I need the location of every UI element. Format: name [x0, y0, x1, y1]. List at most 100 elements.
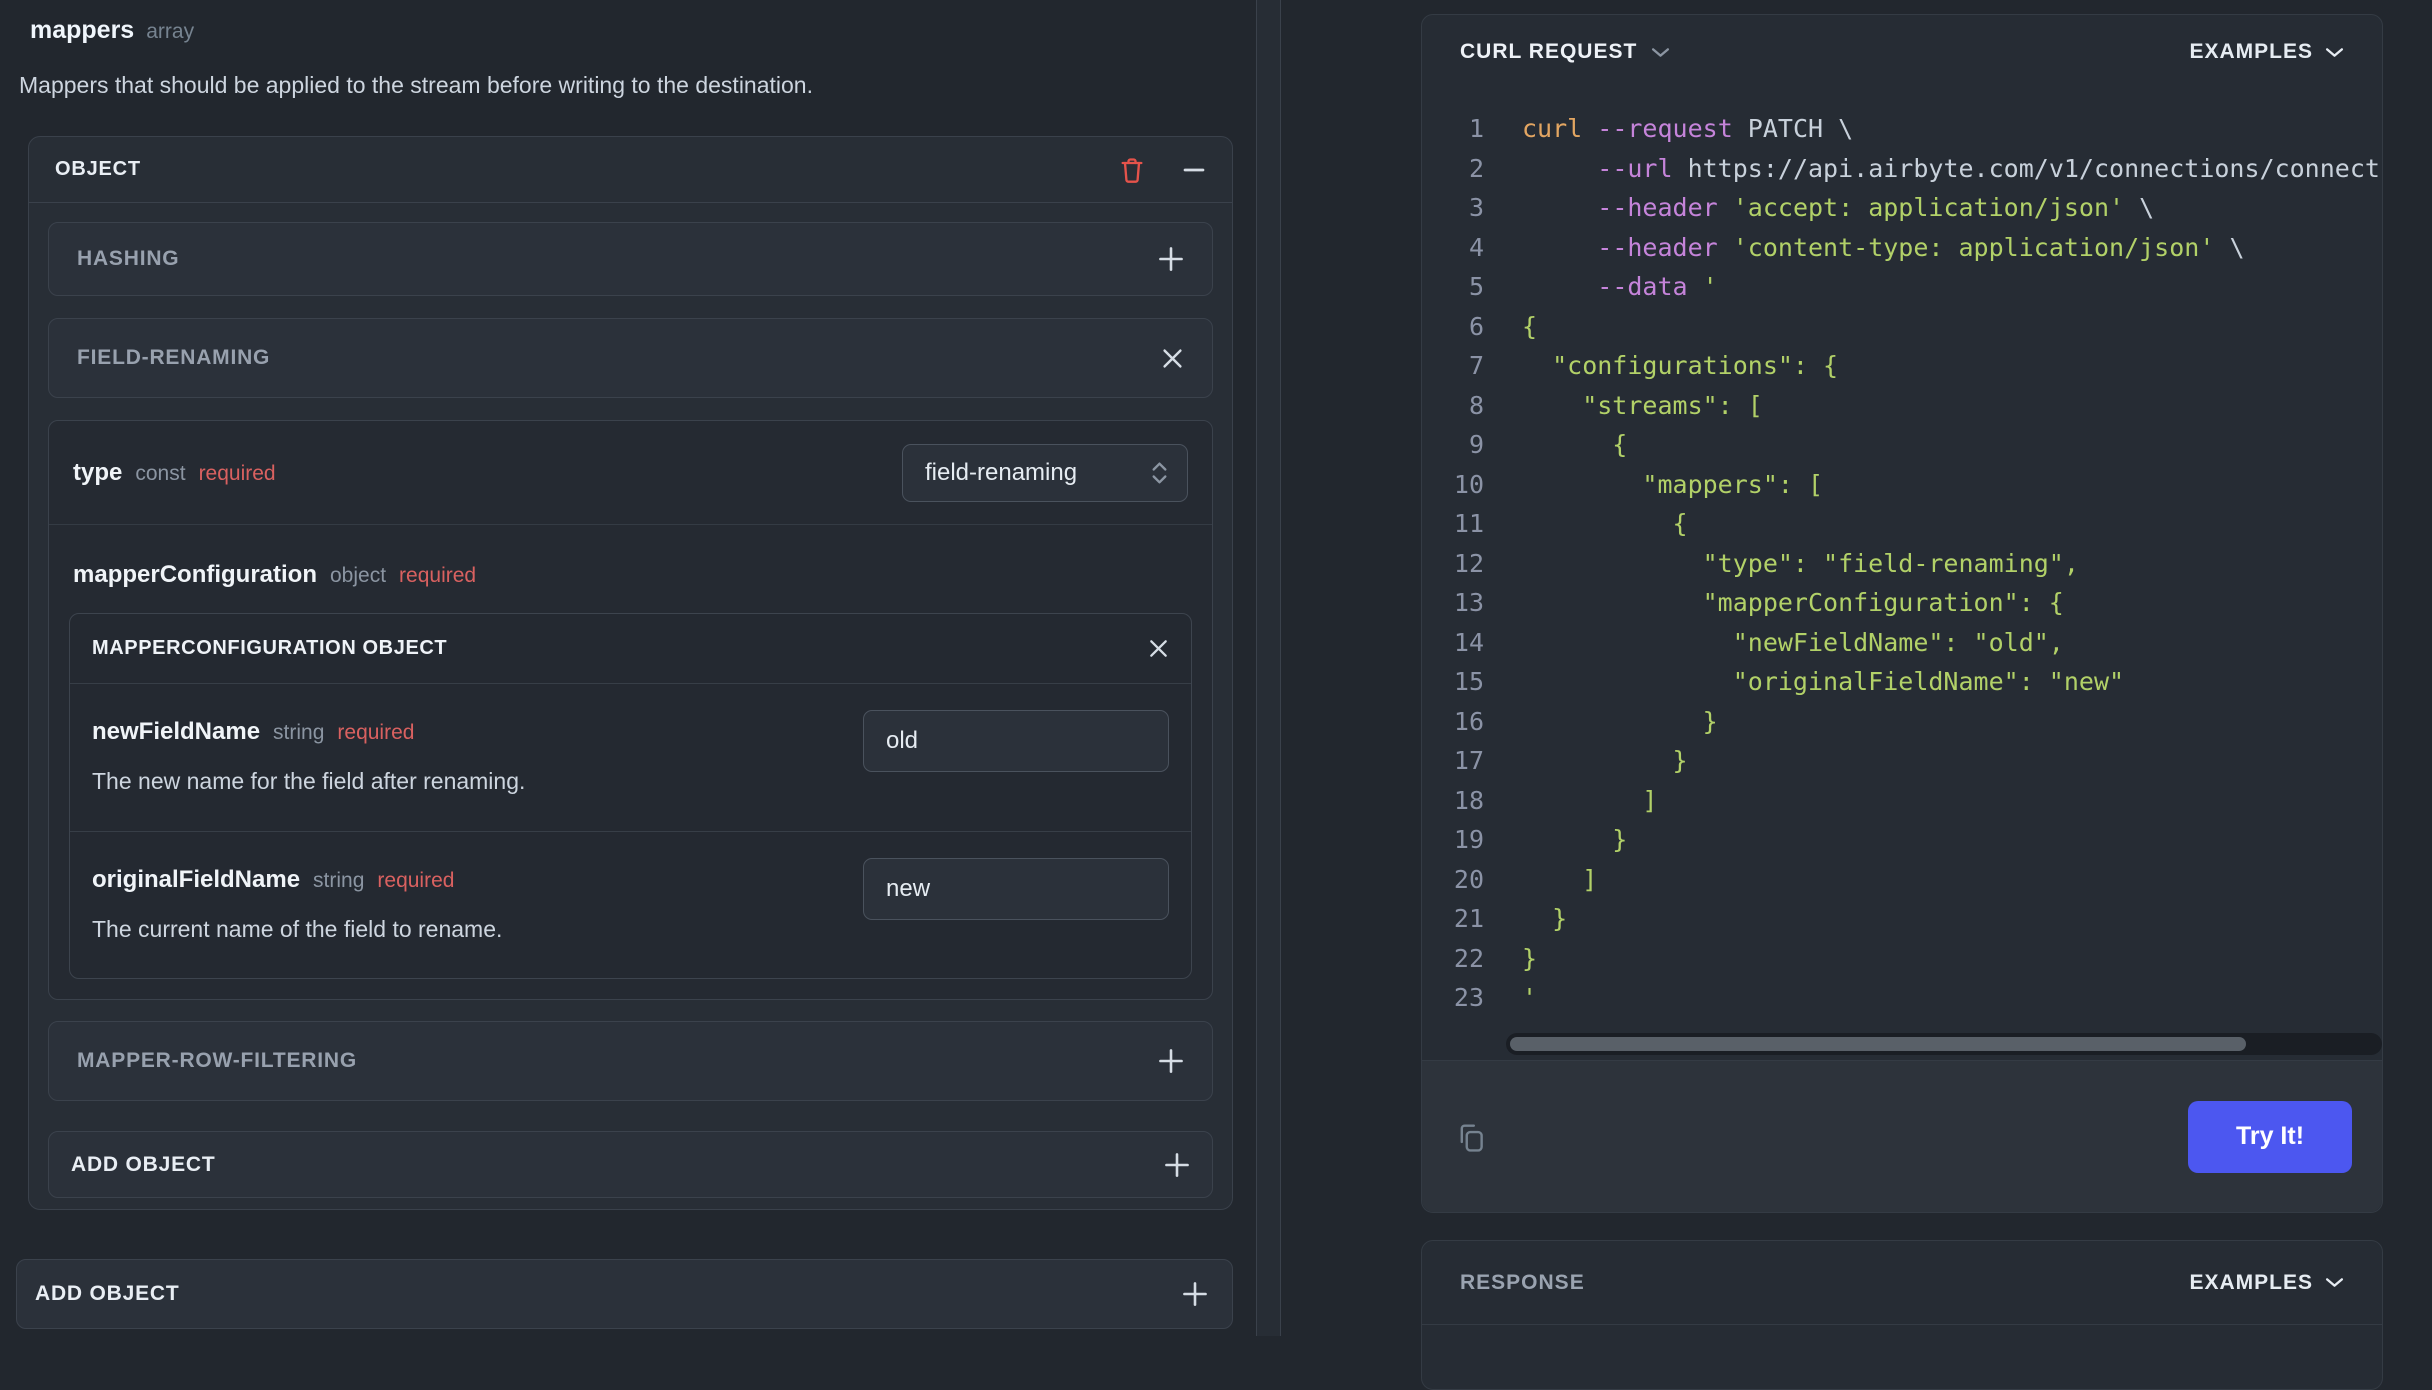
new-field-name-input[interactable]	[863, 710, 1169, 772]
code-line-number: 18	[1453, 785, 1484, 815]
section-hashing-label: HASHING	[77, 247, 180, 270]
expand-plus-icon[interactable]	[1182, 1281, 1208, 1307]
add-object-inner-button[interactable]: ADD OBJECT	[48, 1131, 1213, 1198]
code-line-number: 15	[1453, 667, 1484, 697]
code-line-content: '	[1522, 983, 1538, 1013]
type-select[interactable]: field-renaming	[902, 443, 1188, 502]
code-line: 15 "originalFieldName": "new"	[1422, 662, 2382, 702]
section-field-renaming[interactable]: FIELD-RENAMING	[48, 318, 1213, 398]
code-line-number: 19	[1453, 825, 1484, 855]
section-hashing[interactable]: HASHING	[48, 222, 1213, 296]
code-line-content: {	[1522, 311, 1538, 341]
type-prop-name: type	[73, 458, 123, 486]
code-line-number: 10	[1453, 469, 1484, 499]
code-line: 14 "newFieldName": "old",	[1422, 623, 2382, 663]
response-title: RESPONSE	[1460, 1270, 1585, 1294]
try-it-button[interactable]: Try It!	[2188, 1100, 2352, 1173]
code-horizontal-scrollbar[interactable]	[1506, 1033, 2382, 1055]
field-type-badge: array	[146, 20, 195, 43]
code-line-number: 21	[1453, 904, 1484, 934]
mapper-configuration-card: MAPPERCONFIGURATION OBJECT newFieldName …	[69, 613, 1192, 979]
code-line: 7 "configurations": {	[1422, 346, 2382, 386]
code-line-content: "mappers": [	[1522, 469, 1824, 499]
copy-icon[interactable]	[1454, 1120, 1488, 1154]
code-line-number: 2	[1468, 153, 1484, 183]
code-line: 3 --header 'accept: application/json' \	[1422, 188, 2382, 228]
expand-plus-icon[interactable]	[1164, 1152, 1190, 1178]
trash-icon[interactable]	[1118, 155, 1146, 185]
code-line-number: 11	[1453, 509, 1484, 539]
code-line: 12 "type": "field-renaming",	[1422, 544, 2382, 584]
code-line-number: 20	[1453, 864, 1484, 894]
add-object-outer-label: ADD OBJECT	[35, 1282, 180, 1305]
code-line-content: --data '	[1597, 272, 1718, 302]
response-card: RESPONSE EXAMPLES	[1421, 1240, 2383, 1390]
mapper-config-row: mapperConfiguration object required	[69, 547, 1192, 613]
type-prop-badge: const	[135, 461, 186, 485]
code-line-number: 16	[1453, 706, 1484, 736]
new-field-name-row: newFieldName string required The new nam…	[70, 684, 1191, 831]
original-field-name-badge: string	[313, 869, 365, 892]
code-line-content: "newFieldName": "old",	[1522, 627, 2064, 657]
original-field-name-input[interactable]	[863, 858, 1169, 920]
collapse-minus-icon[interactable]	[1182, 158, 1206, 182]
code-line-number: 7	[1468, 351, 1484, 381]
field-name: mappers	[30, 16, 135, 44]
curl-request-title-group[interactable]: CURL REQUEST	[1460, 40, 1670, 64]
curl-code-block[interactable]: 1 curl --request PATCH \ 2 --url https://a…	[1422, 89, 2382, 1035]
select-stepper-icon	[1150, 459, 1169, 487]
code-line: 2 --url https://api.airbyte.com/v1/conne…	[1422, 149, 2382, 189]
object-card-title: OBJECT	[55, 158, 141, 180]
code-line-content: "type": "field-renaming",	[1522, 548, 2079, 578]
type-select-value: field-renaming	[925, 458, 1078, 486]
code-line: 10 "mappers": [	[1422, 465, 2382, 505]
add-object-inner-label: ADD OBJECT	[71, 1152, 216, 1176]
add-object-outer-button[interactable]: ADD OBJECT	[16, 1259, 1233, 1329]
close-x-icon[interactable]	[1148, 638, 1169, 659]
code-line-content: "configurations": {	[1522, 351, 1839, 381]
code-line-content: curl --request PATCH \	[1522, 114, 1854, 144]
curl-request-title: CURL REQUEST	[1460, 40, 1638, 63]
request-examples-label: EXAMPLES	[2189, 40, 2313, 63]
curl-card-footer: Try It!	[1422, 1060, 2382, 1212]
code-scrollbar-thumb[interactable]	[1510, 1037, 2246, 1051]
code-line-number: 23	[1453, 983, 1484, 1013]
code-line-number: 14	[1453, 627, 1484, 657]
code-line-content: ]	[1522, 785, 1658, 815]
code-line-number: 8	[1468, 390, 1484, 420]
close-x-icon[interactable]	[1161, 347, 1184, 370]
new-field-name-description: The new name for the field after renamin…	[92, 768, 526, 794]
code-line: 20 ]	[1422, 860, 2382, 900]
code-line-content: "originalFieldName": "new"	[1522, 667, 2125, 697]
object-card-header: OBJECT	[29, 137, 1232, 203]
mapper-config-name: mapperConfiguration	[73, 561, 317, 588]
code-line-number: 9	[1468, 430, 1484, 460]
code-line-content: }	[1522, 943, 1538, 973]
code-line-content: }	[1522, 746, 1688, 776]
expand-plus-icon[interactable]	[1158, 246, 1184, 272]
chevron-down-icon	[1651, 47, 1670, 58]
code-line: 11 {	[1422, 504, 2382, 544]
code-line-number: 5	[1468, 272, 1484, 302]
code-line: 23 '	[1422, 978, 2382, 1018]
section-mapper-row-filtering-label: MAPPER-ROW-FILTERING	[77, 1049, 357, 1072]
field-description: Mappers that should be applied to the st…	[19, 72, 813, 98]
code-line-content: "streams": [	[1522, 390, 1763, 420]
code-line-content: }	[1522, 825, 1628, 855]
original-field-name-row: originalFieldName string required The cu…	[70, 831, 1191, 978]
response-examples-dropdown[interactable]: EXAMPLES	[2189, 1271, 2344, 1295]
response-header: RESPONSE EXAMPLES	[1422, 1241, 2382, 1325]
code-line-content: --header 'content-type: application/json…	[1597, 232, 2245, 262]
request-examples-dropdown[interactable]: EXAMPLES	[2189, 40, 2344, 64]
code-line-number: 1	[1468, 114, 1484, 144]
mapper-config-badge: object	[330, 564, 387, 587]
new-field-name-label: newFieldName	[92, 718, 261, 745]
code-line-content: {	[1522, 430, 1628, 460]
code-line: 17 }	[1422, 741, 2382, 781]
code-line: 4 --header 'content-type: application/js…	[1422, 228, 2382, 268]
expand-plus-icon[interactable]	[1158, 1048, 1184, 1074]
code-line: 9 {	[1422, 425, 2382, 465]
section-mapper-row-filtering[interactable]: MAPPER-ROW-FILTERING	[48, 1021, 1213, 1101]
code-line-number: 3	[1468, 193, 1484, 223]
scroll-gutter[interactable]	[1257, 0, 1280, 1336]
